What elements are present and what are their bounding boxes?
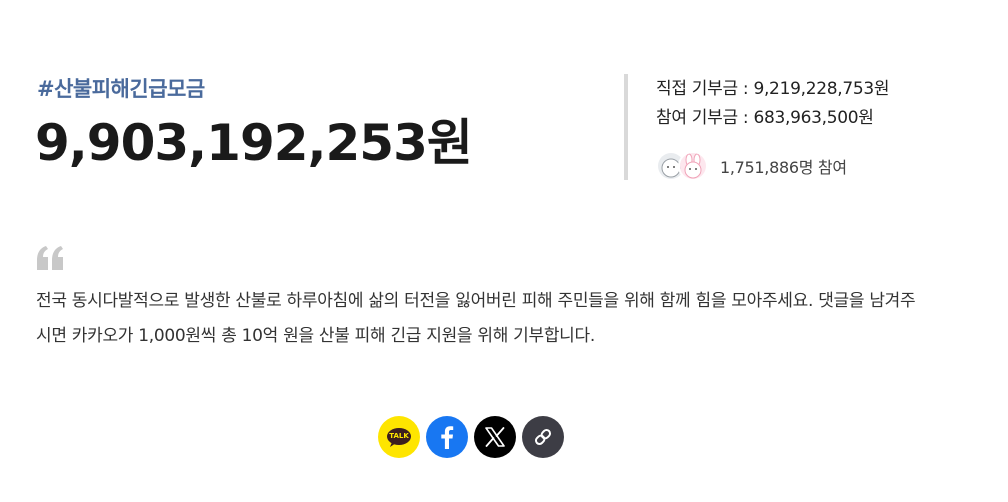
copy-link-button[interactable]	[522, 416, 564, 458]
share-facebook-button[interactable]	[426, 416, 468, 458]
x-icon	[485, 427, 505, 447]
facebook-icon	[441, 426, 454, 449]
campaign-description: 전국 동시다발적으로 발생한 산불로 하루아침에 삶의 터전을 잃어버린 피해 …	[36, 291, 916, 346]
total-donation-amount: 9,903,192,253원	[35, 114, 473, 172]
kakaotalk-label: TALK	[389, 432, 409, 440]
share-buttons: TALK	[378, 416, 564, 458]
kakaotalk-icon: TALK	[386, 428, 412, 447]
participants-summary: 1,751,886명 참여	[656, 150, 847, 182]
participation-donation-stat: 참여 기부금 : 683,963,500원	[656, 108, 874, 128]
direct-donation-stat: 직접 기부금 : 9,219,228,753원	[656, 79, 890, 99]
participant-count: 1,751,886명 참여	[720, 158, 847, 177]
campaign-hashtag: #산불피해긴급모금	[37, 77, 205, 101]
quote-icon	[37, 246, 65, 270]
link-icon	[534, 428, 552, 446]
share-x-button[interactable]	[474, 416, 516, 458]
share-kakaotalk-button[interactable]: TALK	[378, 416, 420, 458]
participant-avatar	[678, 151, 708, 181]
stats-divider	[624, 74, 628, 180]
rabbit-character-icon	[680, 153, 706, 179]
